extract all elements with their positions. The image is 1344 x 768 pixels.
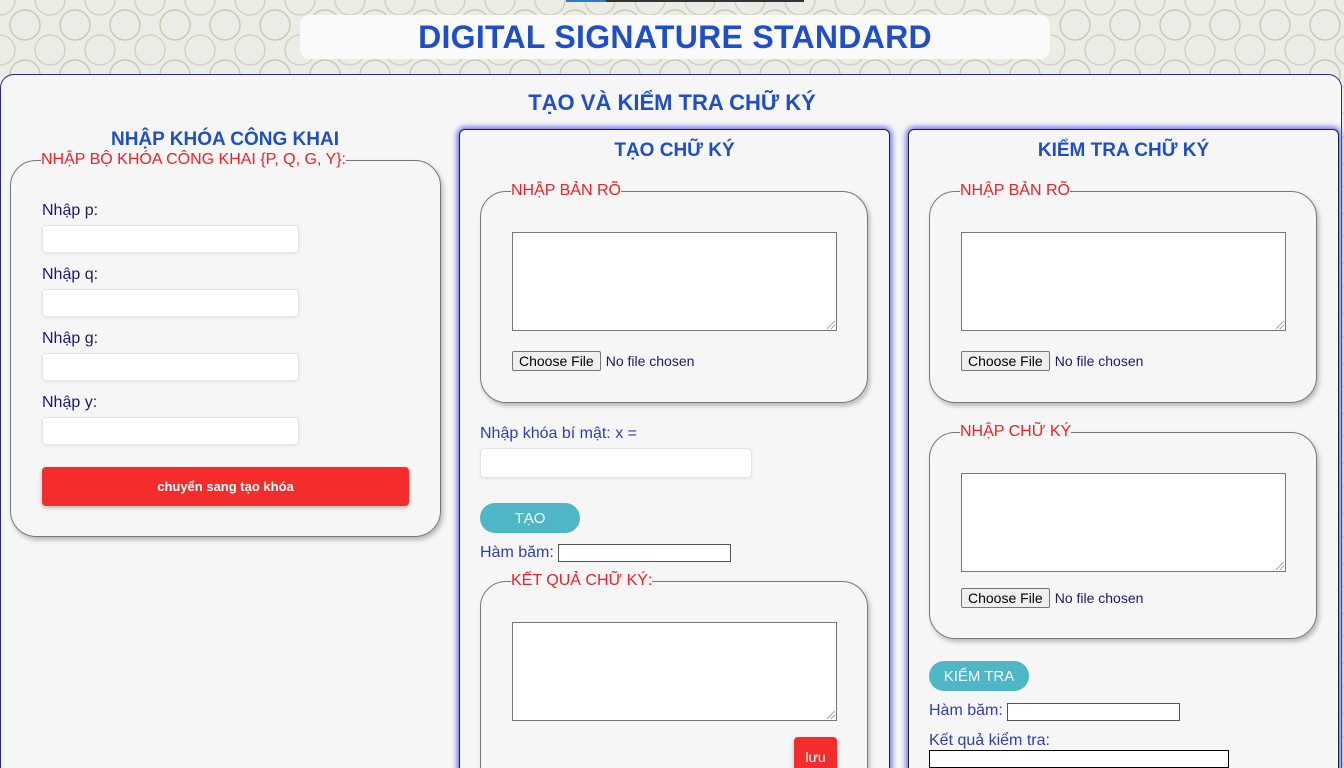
verify-plaintext-legend: NHẬP BẢN RÕ <box>960 182 1070 199</box>
secret-key-label: Nhập khóa bí mật: x = <box>480 425 637 442</box>
resize-grip-icon[interactable] <box>1276 562 1284 570</box>
create-file-status: No file chosen <box>605 353 695 369</box>
signature-file-status: No file chosen <box>1054 590 1144 606</box>
signature-input-legend: NHẬP CHỮ KÝ <box>960 423 1072 440</box>
signature-result-textarea[interactable] <box>512 622 837 721</box>
create-signature-title: TẠO CHỮ KÝ <box>614 140 735 161</box>
signature-input-textarea[interactable] <box>961 473 1286 572</box>
top-strip-accent <box>566 0 606 2</box>
resize-grip-icon[interactable] <box>1276 321 1284 329</box>
verify-file-picker: Choose File No file chosen <box>961 351 1143 371</box>
create-choose-file-button[interactable]: Choose File <box>512 351 601 371</box>
label-q: Nhập q: <box>42 266 99 283</box>
public-key-title: NHẬP KHÓA CÔNG KHAI <box>110 129 339 150</box>
y-input[interactable] <box>42 417 299 445</box>
public-key-legend: NHẬP BỘ KHÓA CÔNG KHAI {P, Q, G, Y}: <box>41 151 346 168</box>
verify-choose-file-button[interactable]: Choose File <box>961 351 1050 371</box>
page-title: TẠO VÀ KIỂM TRA CHỮ KÝ <box>528 90 816 115</box>
header: DIGITAL SIGNATURE STANDARD <box>300 15 1050 59</box>
app-title: DIGITAL SIGNATURE STANDARD <box>418 18 932 55</box>
verify-result-box <box>929 750 1229 768</box>
create-plaintext-legend: NHẬP BẢN RÕ <box>511 182 621 199</box>
resize-grip-icon[interactable] <box>827 321 835 329</box>
label-p: Nhập p: <box>42 202 99 219</box>
switch-to-keygen-button[interactable]: chuyển sang tạo khóa <box>42 467 409 506</box>
create-hash-label: Hàm băm: <box>480 544 554 561</box>
signature-file-picker: Choose File No file chosen <box>961 588 1143 608</box>
create-button[interactable]: TẠO <box>480 503 580 533</box>
q-input[interactable] <box>42 289 299 317</box>
signature-choose-file-button[interactable]: Choose File <box>961 588 1050 608</box>
verify-plaintext-textarea[interactable] <box>961 232 1286 331</box>
verify-result-label: Kết quả kiểm tra: <box>929 732 1050 749</box>
verify-hash-label: Hàm băm: <box>929 702 1003 719</box>
secret-key-input[interactable] <box>480 448 752 478</box>
create-file-picker: Choose File No file chosen <box>512 351 694 371</box>
signature-result-legend: KẾT QUẢ CHỮ KÝ: <box>511 572 653 589</box>
create-hash-input[interactable] <box>558 544 731 562</box>
verify-button[interactable]: KIỂM TRA <box>929 661 1029 691</box>
g-input[interactable] <box>42 353 299 381</box>
p-input[interactable] <box>42 225 299 253</box>
create-plaintext-textarea[interactable] <box>512 232 837 331</box>
label-g: Nhập g: <box>42 330 99 347</box>
verify-hash-input[interactable] <box>1007 703 1180 721</box>
verify-signature-title: KIỂM TRA CHỮ KÝ <box>1037 140 1210 161</box>
resize-grip-icon[interactable] <box>827 711 835 719</box>
verify-file-status: No file chosen <box>1054 353 1144 369</box>
save-button[interactable]: lưu <box>794 737 837 768</box>
label-y: Nhập y: <box>42 394 98 411</box>
